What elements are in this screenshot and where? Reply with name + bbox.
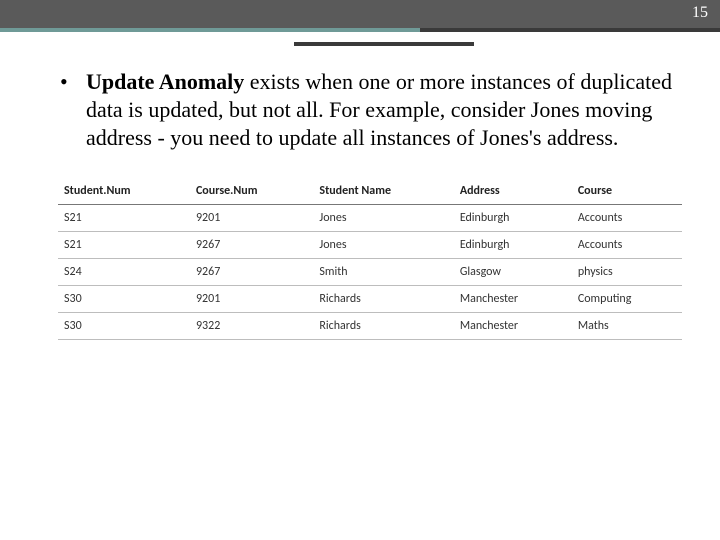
table-cell: Manchester xyxy=(454,313,572,340)
table-cell: 9322 xyxy=(190,313,313,340)
table-row: S249267SmithGlasgowphysics xyxy=(58,259,682,286)
table-cell: Edinburgh xyxy=(454,205,572,232)
table-cell: Glasgow xyxy=(454,259,572,286)
table-cell: 9267 xyxy=(190,232,313,259)
data-table: Student.Num Course.Num Student Name Addr… xyxy=(58,178,682,340)
table-cell: S21 xyxy=(58,232,190,259)
bullet-icon: • xyxy=(60,68,68,96)
content-area: • Update Anomaly exists when one or more… xyxy=(0,50,720,152)
table-cell: S24 xyxy=(58,259,190,286)
table-cell: Accounts xyxy=(572,232,682,259)
table-cell: S30 xyxy=(58,313,190,340)
header-rules xyxy=(0,28,720,50)
table-cell: Accounts xyxy=(572,205,682,232)
table-cell: Smith xyxy=(313,259,453,286)
table-cell: 9201 xyxy=(190,205,313,232)
table-row: S219201JonesEdinburghAccounts xyxy=(58,205,682,232)
table-row: S309201RichardsManchesterComputing xyxy=(58,286,682,313)
table-cell: S30 xyxy=(58,286,190,313)
anomaly-term: Update Anomaly xyxy=(86,69,244,94)
table-cell: physics xyxy=(572,259,682,286)
table-cell: Computing xyxy=(572,286,682,313)
table-cell: Edinburgh xyxy=(454,232,572,259)
col-header: Course.Num xyxy=(190,178,313,205)
table-cell: 9201 xyxy=(190,286,313,313)
col-header: Course xyxy=(572,178,682,205)
table-cell: Jones xyxy=(313,205,453,232)
table-container: Student.Num Course.Num Student Name Addr… xyxy=(0,152,720,340)
table-cell: Richards xyxy=(313,286,453,313)
table-cell: Richards xyxy=(313,313,453,340)
table-row: S219267JonesEdinburghAccounts xyxy=(58,232,682,259)
table-cell: 9267 xyxy=(190,259,313,286)
rule-dark-top xyxy=(420,28,720,32)
page-number: 15 xyxy=(692,4,708,22)
table-row: S309322RichardsManchesterMaths xyxy=(58,313,682,340)
col-header: Address xyxy=(454,178,572,205)
table-cell: Manchester xyxy=(454,286,572,313)
table-cell: Jones xyxy=(313,232,453,259)
slide-header-bar: 15 xyxy=(0,0,720,28)
table-cell: S21 xyxy=(58,205,190,232)
rule-dark-bottom xyxy=(294,42,474,46)
bullet-paragraph: • Update Anomaly exists when one or more… xyxy=(58,68,682,152)
table-cell: Maths xyxy=(572,313,682,340)
table-header-row: Student.Num Course.Num Student Name Addr… xyxy=(58,178,682,205)
col-header: Student.Num xyxy=(58,178,190,205)
col-header: Student Name xyxy=(313,178,453,205)
